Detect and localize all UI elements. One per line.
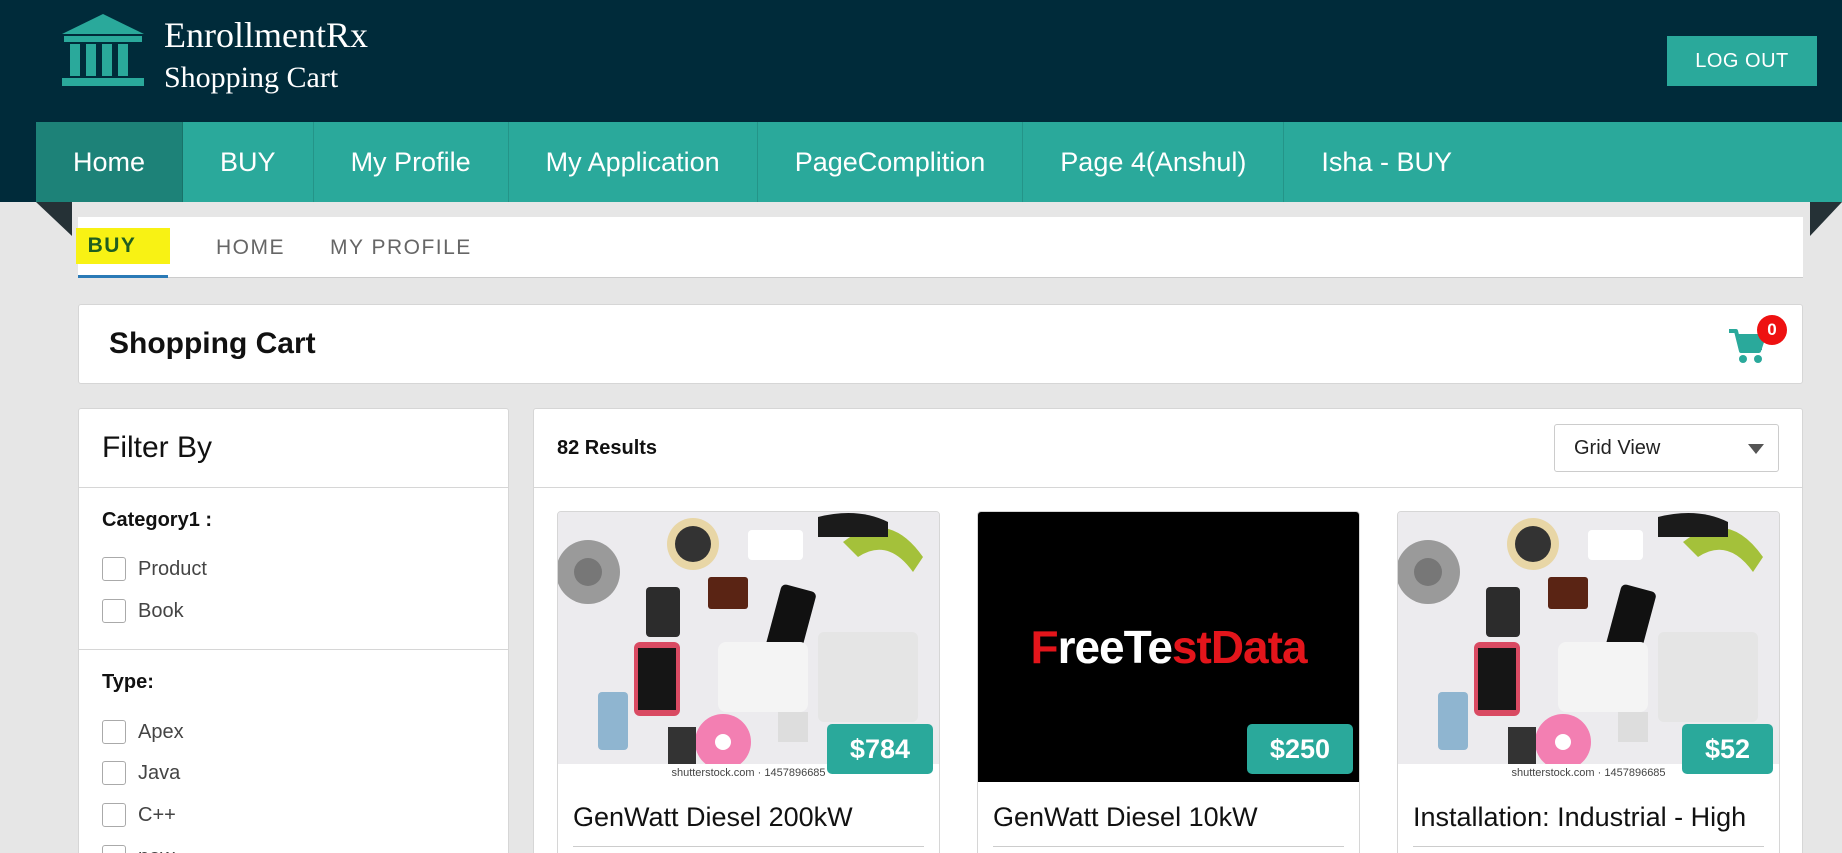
filter-title: Filter By [102,431,213,464]
checkbox-label: Java [138,761,181,784]
filter-panel: Filter By Category1 : Product Book Type:… [78,408,509,853]
nav-item-home[interactable]: Home [36,122,184,202]
institution-logo-icon [62,14,144,86]
sub-tabs: BUY HOME MY PROFILE [75,217,1803,278]
nav-item-pagecomplition[interactable]: PageComplition [758,122,1024,202]
filter-group-label: Category1 : [102,509,213,531]
filter-group-label: Type: [102,671,154,693]
checkbox-cpp[interactable]: C++ [102,803,176,827]
checkbox-label: C++ [138,803,176,826]
checkbox-box[interactable] [102,557,126,581]
shopping-cart-header: Shopping Cart 0 [78,304,1803,384]
logout-button[interactable]: LOG OUT [1667,36,1817,86]
checkbox-label: Book [138,599,184,622]
price-badge: $250 [1246,724,1353,774]
main-nav: Home BUY My Profile My Application PageC… [36,122,1842,202]
filter-divider [79,487,508,488]
checkbox-java[interactable]: Java [102,761,180,785]
card-divider [993,846,1344,847]
view-mode-value: Grid View [1574,436,1661,459]
filter-divider [79,649,508,650]
freetestdata-logo: FreeTestData [1030,621,1307,673]
nav-item-page-4-anshul[interactable]: Page 4(Anshul) [1023,122,1285,202]
nav-item-my-application[interactable]: My Application [509,122,758,202]
product-title: GenWatt Diesel 10kW [993,802,1258,832]
checkbox-box[interactable] [102,845,126,853]
product-card[interactable]: shutterstock.com · 1457896685 $52 Instal… [1397,511,1780,853]
checkbox-box[interactable] [102,761,126,785]
checkbox-product[interactable]: Product [102,557,207,581]
checkbox-new[interactable]: new [102,845,175,853]
nav-item-my-profile[interactable]: My Profile [314,122,509,202]
results-count: 82 Results [557,437,658,459]
product-card[interactable]: FreeTestData $250 GenWatt Diesel 10kW [977,511,1360,853]
product-title: GenWatt Diesel 200kW [573,802,853,832]
chevron-down-icon [1748,444,1764,454]
card-divider [573,846,924,847]
tab-my-profile[interactable]: MY PROFILE [330,217,472,278]
checkbox-book[interactable]: Book [102,599,184,623]
tab-home[interactable]: HOME [216,217,285,278]
results-divider [534,487,1802,488]
brand-subtitle: Shopping Cart [164,61,339,94]
page-title: Shopping Cart [109,327,316,360]
top-header: EnrollmentRx Shopping Cart LOG OUT Home … [0,0,1842,202]
checkbox-label: Apex [138,720,184,743]
card-divider [1413,846,1764,847]
checkbox-label: new [138,846,175,853]
checkbox-label: Product [138,557,207,580]
view-mode-select[interactable]: Grid View [1554,424,1779,472]
nav-item-isha-buy[interactable]: Isha - BUY [1284,122,1489,202]
price-badge: $784 [826,724,933,774]
ribbon-corner-right [1810,202,1842,236]
checkbox-box[interactable] [102,803,126,827]
price-badge: $52 [1681,724,1773,774]
brand-name: EnrollmentRx [164,15,368,55]
tab-buy-label: BUY [75,228,171,264]
product-card[interactable]: shutterstock.com · 1457896685 $784 GenWa… [557,511,940,853]
checkbox-box[interactable] [102,599,126,623]
checkbox-box[interactable] [102,720,126,744]
cart-count-badge: 0 [1757,315,1787,345]
checkbox-apex[interactable]: Apex [102,720,184,744]
results-panel: 82 Results Grid View shutterstock.com · … [533,408,1803,853]
brand: EnrollmentRx Shopping Cart [164,14,368,100]
nav-item-buy[interactable]: BUY [183,122,314,202]
product-title: Installation: Industrial - High [1413,802,1747,832]
tab-buy[interactable]: BUY [75,217,171,278]
ribbon-corner-left [36,202,72,236]
